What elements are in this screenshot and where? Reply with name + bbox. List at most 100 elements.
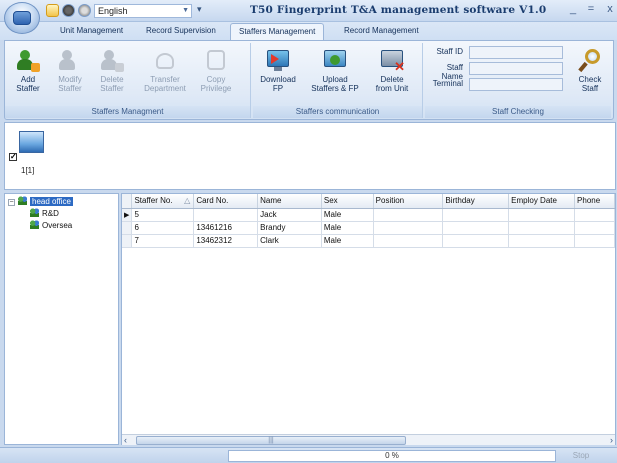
transfer-department-button[interactable]: Transfer Department [141, 47, 189, 93]
terminal-input[interactable] [469, 78, 563, 91]
language-value: English [98, 6, 128, 16]
column-header-name[interactable]: Name [257, 194, 322, 209]
table-row[interactable]: 7 13462312 Clark Male [122, 234, 615, 248]
table-cell[interactable] [508, 221, 576, 235]
upload-users-icon [322, 47, 348, 73]
table-cell[interactable]: Male [321, 208, 374, 222]
terminal-label: Terminal [432, 79, 463, 88]
device-label: 1[1] [21, 166, 35, 175]
staff-name-input[interactable] [469, 62, 563, 75]
copy-privilege-button[interactable]: Copy Privilege [195, 47, 237, 93]
application-menu-button[interactable] [4, 2, 40, 34]
column-header-staffer-no[interactable]: Staffer No. △ [131, 194, 195, 209]
tab-record-supervision[interactable]: Record Supervision [138, 23, 224, 40]
group-staffers-managment: Add Staffer Modify Staffer Delete Staffe… [5, 43, 251, 118]
table-cell[interactable]: 13461216 [193, 221, 259, 235]
column-header-birthday[interactable]: Birthday [442, 194, 510, 209]
table-cell[interactable]: Male [321, 221, 374, 235]
tree-node-label: head office [30, 197, 73, 206]
table-cell[interactable]: Male [321, 234, 374, 248]
table-row[interactable]: 6 13461216 Brandy Male [122, 221, 615, 235]
scrollbar-thumb[interactable]: ||| [136, 436, 406, 445]
upload-staffers-fp-button[interactable]: Upload Staffers & FP [309, 47, 361, 93]
table-cell[interactable]: 7 [131, 234, 195, 248]
table-cell[interactable]: 13462312 [193, 234, 259, 248]
staff-id-input[interactable] [469, 46, 563, 59]
transfer-department-label: Transfer Department [144, 75, 186, 93]
table-cell[interactable]: Brandy [257, 221, 322, 235]
column-header-sex[interactable]: Sex [321, 194, 374, 209]
stop-button[interactable]: Stop [560, 450, 602, 462]
add-user-icon [15, 47, 41, 73]
table-cell[interactable] [508, 208, 576, 222]
tree-node-rnd[interactable]: R&D [30, 208, 59, 218]
download-fp-label: Download FP [260, 75, 296, 93]
table-row[interactable]: ▶ 5 Jack Male [122, 208, 615, 222]
staffer-table: Staffer No. △ Card No. Name Sex Position… [121, 193, 616, 445]
copy-privilege-label: Copy Privilege [200, 75, 232, 93]
table-cell[interactable] [373, 234, 444, 248]
collapse-icon[interactable]: − [8, 199, 15, 206]
table-cell[interactable]: 5 [131, 208, 195, 222]
refresh-circle-icon[interactable] [78, 4, 91, 17]
column-header-card-no[interactable]: Card No. [193, 194, 259, 209]
minimize-button[interactable]: _ [566, 3, 580, 15]
download-monitor-icon [265, 47, 291, 73]
table-cell[interactable] [442, 208, 510, 222]
quick-access-dropdown-icon[interactable]: ▾ [197, 4, 202, 15]
row-indicator [122, 221, 133, 235]
group-staff-checking: Staff ID Staff Name Terminal Check Staff… [425, 43, 611, 118]
add-staffer-button[interactable]: Add Staffer [7, 47, 49, 93]
device-checkbox[interactable]: ✓ [9, 153, 17, 161]
magnifier-icon [577, 47, 603, 73]
delete-staffer-label: Delete Staffer [100, 75, 124, 93]
save-icon[interactable] [46, 4, 59, 17]
tab-unit-management[interactable]: Unit Management [52, 23, 131, 40]
terminal-device-icon[interactable] [19, 131, 44, 153]
table-cell[interactable] [442, 221, 510, 235]
group-staffers-communication: Download FP Upload Staffers & FP ✕ Delet… [253, 43, 423, 118]
modify-staffer-button[interactable]: Modify Staffer [49, 47, 91, 93]
delete-from-unit-button[interactable]: ✕ Delete from Unit [371, 47, 413, 93]
group-icon [30, 208, 39, 218]
column-header-position[interactable]: Position [373, 194, 444, 209]
horizontal-scrollbar[interactable]: ‹ ||| › [122, 434, 615, 445]
tab-staffers-management[interactable]: Staffers Management [230, 23, 325, 40]
group-icon [30, 220, 39, 230]
table-cell[interactable] [574, 234, 615, 248]
check-staff-button[interactable]: Check Staff [571, 47, 609, 93]
table-cell[interactable] [193, 208, 259, 222]
status-bar: 0 % Stop [0, 447, 617, 463]
delete-from-unit-label: Delete from Unit [375, 75, 409, 93]
language-select[interactable]: English ▼ [94, 4, 192, 18]
maximize-button[interactable]: = [584, 3, 598, 15]
table-cell[interactable]: Jack [257, 208, 322, 222]
transfer-icon [152, 47, 178, 73]
ribbon-panel: Add Staffer Modify Staffer Delete Staffe… [4, 40, 614, 120]
table-cell[interactable]: 6 [131, 221, 195, 235]
current-row-icon: ▶ [122, 208, 133, 222]
add-staffer-label: Add Staffer [16, 75, 40, 93]
stop-circle-icon[interactable] [62, 4, 75, 17]
tab-record-management[interactable]: Record Management [336, 23, 427, 40]
column-header-phone[interactable]: Phone [574, 194, 615, 209]
delete-user-icon [99, 47, 125, 73]
tree-node-head-office[interactable]: head office [18, 196, 73, 206]
table-cell[interactable] [574, 208, 615, 222]
close-button[interactable]: x [603, 3, 617, 15]
table-cell[interactable] [508, 234, 576, 248]
table-cell[interactable] [442, 234, 510, 248]
row-indicator-header [122, 194, 133, 209]
delete-staffer-button[interactable]: Delete Staffer [91, 47, 133, 93]
table-cell[interactable] [574, 221, 615, 235]
tree-node-oversea[interactable]: Oversea [30, 220, 72, 230]
table-cell[interactable] [373, 208, 444, 222]
title-bar: English ▼ ▾ T50 Fingerprint T&A manageme… [0, 0, 617, 22]
table-cell[interactable]: Clark [257, 234, 322, 248]
column-header-employ-date[interactable]: Employ Date [508, 194, 576, 209]
download-fp-button[interactable]: Download FP [257, 47, 299, 93]
scroll-left-icon[interactable]: ‹ [124, 435, 127, 445]
table-cell[interactable] [373, 221, 444, 235]
column-label: Staffer No. [134, 196, 173, 206]
scroll-right-icon[interactable]: › [610, 435, 613, 445]
